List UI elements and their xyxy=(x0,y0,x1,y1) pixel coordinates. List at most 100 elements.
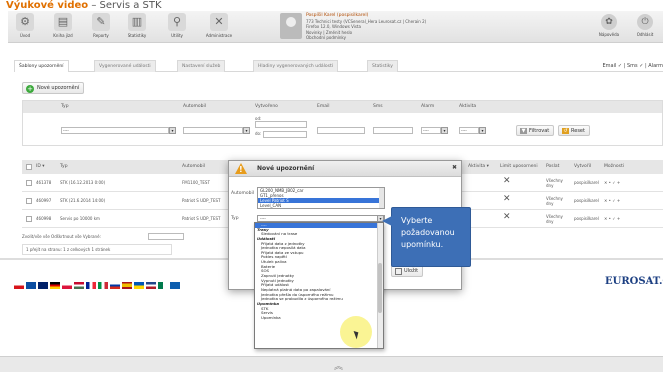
filter-alarm-select[interactable]: ---- xyxy=(421,127,441,134)
row-actions[interactable]: ✕ • ✓ + xyxy=(604,180,620,185)
tab-sablony[interactable]: Šablony upozornění xyxy=(14,60,69,72)
search-icon: ⚲ xyxy=(168,13,186,31)
user-lines: Pospíšil Karel (pospisilkarel) 773 Techn… xyxy=(306,13,426,41)
flag-it-icon[interactable] xyxy=(98,282,108,289)
filter-do-label: do: xyxy=(255,131,262,136)
col-id[interactable]: ID ▾ xyxy=(36,164,44,169)
main-toolbar: ⚙ Úvod ▤ Kniha jízd ✎ Reporty ▥ Statisti… xyxy=(8,11,663,43)
row-typ: STK (21.6.2014 14:00) xyxy=(60,198,106,203)
avatar xyxy=(280,13,302,39)
chevron-down-icon[interactable]: ▾ xyxy=(169,127,176,134)
row-id: 461378 xyxy=(36,180,52,185)
toolbar-kniha-jizd-button[interactable]: ▤ Kniha jízd xyxy=(50,13,76,43)
flag-uk-icon[interactable] xyxy=(38,282,48,289)
row-automobil: Patriot S UDP_TEST xyxy=(182,216,221,221)
row-checkbox[interactable] xyxy=(26,216,32,222)
toolbar-administrace-button[interactable]: ✕ Administrace xyxy=(202,13,236,43)
vehicle-listbox[interactable]: GL200_NMB_JB02_car GT1_přenos Level Patr… xyxy=(257,187,385,209)
flag-nl-icon[interactable] xyxy=(146,282,156,289)
flag-es-icon[interactable] xyxy=(122,282,132,289)
row-checkbox[interactable] xyxy=(26,198,32,204)
toolbar-label: Kniha jízd xyxy=(53,33,73,38)
tagline-rest: – Servis a STK xyxy=(88,0,162,11)
filter-od-input[interactable] xyxy=(255,121,307,128)
close-icon[interactable]: ✖ xyxy=(452,164,457,171)
filter-button[interactable]: ▼ Filtrovat xyxy=(516,125,555,136)
filter-email-input[interactable] xyxy=(317,127,365,134)
help-button[interactable]: ✿ Nápověda xyxy=(594,14,624,37)
user-terms-link[interactable]: Obchodní podmínky xyxy=(306,35,426,41)
chevron-down-icon[interactable]: ▾ xyxy=(479,127,486,134)
filter-aktivita-select[interactable]: ---- xyxy=(459,127,479,134)
filter-col-typ: Typ xyxy=(61,104,69,109)
tools-icon: ✕ xyxy=(210,13,228,31)
flag-gr-icon[interactable] xyxy=(170,282,180,289)
listbox-scrollbar[interactable] xyxy=(379,188,384,208)
row-poslat: Všechny dny xyxy=(546,214,563,224)
col-aktivita[interactable]: Aktivita ▾ xyxy=(468,164,489,169)
plus-icon: + xyxy=(26,85,34,93)
filter-col-sms: Sms xyxy=(373,104,383,109)
filter-icon: ▼ xyxy=(520,128,527,134)
typ-label: Typ xyxy=(231,216,239,221)
flag-ru-icon[interactable] xyxy=(110,282,120,289)
row-automobil: Patriot S UDP_TEST xyxy=(182,198,221,203)
video-tagline: Výukové video – Servis a STK xyxy=(6,0,162,11)
scrollbar-thumb[interactable] xyxy=(378,263,382,313)
row-vytvoril: pospisilkarel xyxy=(574,216,599,221)
new-notification-button[interactable]: + Nové upozornění xyxy=(22,82,85,94)
filter-sms-input[interactable] xyxy=(373,127,413,134)
toolbar-reporty-button[interactable]: ✎ Reporty xyxy=(88,13,114,43)
chevron-up-icon[interactable]: ︽ xyxy=(334,359,343,372)
chevron-down-icon[interactable]: ▾ xyxy=(441,127,448,134)
type-select[interactable]: ---- ▾ xyxy=(257,215,385,222)
select-all-checkbox[interactable] xyxy=(26,164,32,170)
chevron-down-icon[interactable]: ▾ xyxy=(243,127,250,134)
row-actions[interactable]: ✕ • ✓ + xyxy=(604,198,620,203)
filter-typ-select[interactable]: ---- xyxy=(61,127,169,134)
flag-other-icon[interactable] xyxy=(158,282,168,289)
tab-bar: Šablony upozornění Vygenerované události… xyxy=(14,60,663,72)
col-limit: Limit uposorneni xyxy=(500,164,538,169)
row-checkbox[interactable] xyxy=(26,180,32,186)
toolbar-statistiky-button[interactable]: ▥ Statistiky xyxy=(124,13,150,43)
filter-automobil-select[interactable] xyxy=(183,127,243,134)
col-vytvoril: Vytvořil xyxy=(574,164,592,169)
flag-ua-icon[interactable] xyxy=(134,282,144,289)
col-moznosti: Možnosti xyxy=(604,164,624,169)
tab-hladiny[interactable]: Hladiny vygenerovaných událostí xyxy=(253,60,339,72)
flag-fr-icon[interactable] xyxy=(86,282,96,289)
filter-do-input[interactable] xyxy=(263,131,307,138)
toolbar-label: Odhlásit xyxy=(636,32,654,37)
tab-vygenerovane[interactable]: Vygenerované události xyxy=(94,60,156,72)
col-poslat: Poslat xyxy=(546,164,560,169)
instruction-callout: Vyberte požadovanou upomínku. xyxy=(382,207,471,267)
vehicle-option[interactable]: Level_CAN xyxy=(258,203,384,208)
flag-de-icon[interactable] xyxy=(50,282,60,289)
logout-button[interactable]: ⏻ Odhlásit xyxy=(630,14,660,37)
dialog-header: ! Nové upozornění ✖ xyxy=(229,161,461,177)
row-actions[interactable]: ✕ • ✓ + xyxy=(604,216,620,221)
filter-col-alarm: Alarm xyxy=(421,104,435,109)
toolbar-utility-button[interactable]: ⚲ Utility xyxy=(164,13,190,43)
toolbar-uvod-button[interactable]: ⚙ Úvod xyxy=(12,13,38,43)
dropdown-scrollbar[interactable] xyxy=(377,223,383,348)
flag-hu-icon[interactable] xyxy=(74,282,84,289)
flag-cz-icon[interactable] xyxy=(14,282,24,289)
tab-statistiky[interactable]: Statistiky xyxy=(367,60,398,72)
user-info: Pospíšil Karel (pospisilkarel) 773 Techn… xyxy=(280,13,430,41)
flag-sk-icon[interactable] xyxy=(26,282,36,289)
toolbar-label: Statistiky xyxy=(127,33,147,38)
reset-button[interactable]: ↺ Reset xyxy=(558,125,590,136)
save-icon xyxy=(395,268,402,275)
pager[interactable]: 1 přejít na stranu: 1 z celkových 1 strá… xyxy=(22,244,172,255)
inactive-x-icon: ✕ xyxy=(503,176,511,186)
new-notification-label: Nové upozornění xyxy=(37,85,80,91)
tagline-bold: Výukové video xyxy=(6,0,89,11)
bulk-action-select[interactable] xyxy=(148,233,184,240)
chart-icon: ▥ xyxy=(128,13,146,31)
filter-col-email: Email xyxy=(317,104,330,109)
flag-pl-icon[interactable] xyxy=(62,282,72,289)
toolbar-label: Reporty xyxy=(93,33,109,38)
tab-nastaveni[interactable]: Nastavení služeb xyxy=(177,60,226,72)
